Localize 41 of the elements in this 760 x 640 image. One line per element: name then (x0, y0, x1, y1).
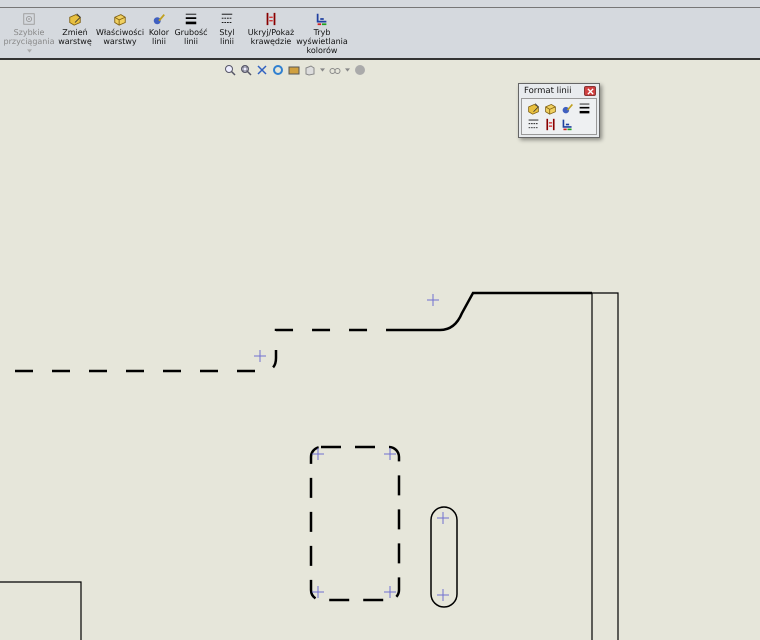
line-style-icon[interactable] (527, 118, 540, 131)
color-mode-icon[interactable] (561, 118, 574, 131)
color-mode-icon (315, 12, 329, 26)
center-mark (254, 350, 266, 362)
color-brush-icon (152, 12, 166, 26)
palette-title: Format linii (524, 86, 572, 96)
view-icon[interactable] (288, 64, 300, 76)
center-mark (312, 448, 324, 460)
toolbar-button[interactable]: Grubość linii (174, 11, 208, 47)
layer-pencil-icon (68, 12, 82, 26)
center-mark (384, 586, 396, 598)
edge-toggle-icon (264, 12, 278, 26)
center-mark (426, 294, 440, 306)
toolbar-button[interactable]: Tryb wyświetlania kolorów (298, 11, 346, 56)
toolbar-button[interactable]: Styl linii (210, 11, 244, 47)
cube-icon[interactable] (304, 64, 316, 76)
close-icon (586, 88, 594, 94)
snap-icon (22, 12, 36, 26)
color-brush-icon[interactable] (561, 102, 574, 115)
close-button[interactable] (584, 86, 596, 96)
zoom-icon[interactable] (240, 64, 252, 76)
caret-icon (26, 49, 32, 53)
layer-icon[interactable] (544, 102, 557, 115)
line-weight-icon (184, 12, 198, 26)
center-mark (436, 588, 450, 602)
layer-pencil-icon[interactable] (527, 102, 540, 115)
zoom-icon[interactable] (224, 64, 236, 76)
toolbar-button[interactable]: Ukryj/Pokaż krawędzie (246, 11, 296, 47)
toolbar-button[interactable]: Właściwości warstwy (96, 11, 144, 47)
line-style-icon (220, 12, 234, 26)
toolbar-button[interactable]: Kolor linii (146, 11, 172, 47)
edge-toggle-icon[interactable] (544, 118, 557, 131)
caret-icon[interactable] (320, 68, 325, 72)
toolbar-button[interactable]: Zmień warstwę (56, 11, 94, 47)
layer-icon (113, 12, 127, 26)
center-mark (436, 512, 450, 524)
center-mark (384, 448, 396, 460)
center-mark (312, 586, 324, 598)
line-weight-icon[interactable] (578, 102, 591, 115)
rotate-icon[interactable] (272, 64, 284, 76)
caret-icon[interactable] (345, 68, 350, 72)
